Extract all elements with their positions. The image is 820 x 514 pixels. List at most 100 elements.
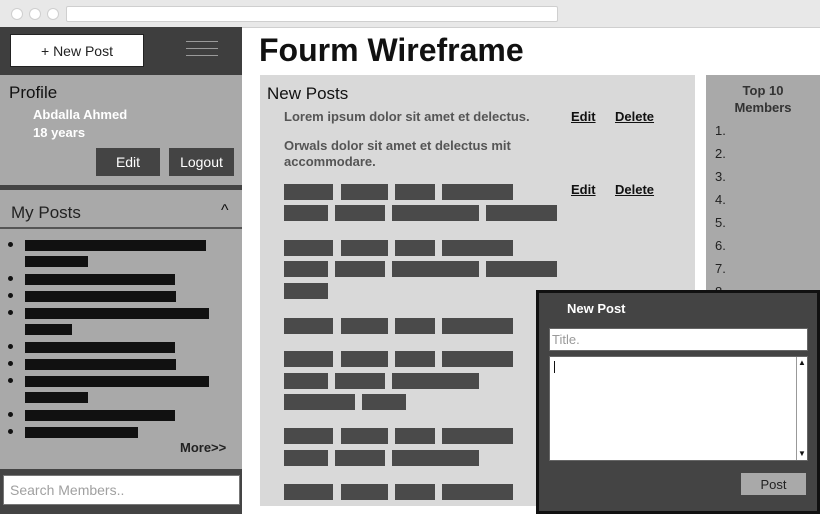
profile-name: Abdalla Ahmed [33, 107, 128, 122]
placeholder-block [362, 394, 406, 410]
placeholder-block [284, 484, 333, 500]
placeholder-block [284, 318, 333, 334]
placeholder-block [486, 205, 557, 221]
rank-item[interactable]: 3. [715, 169, 726, 184]
profile-panel: Profile Abdalla Ahmed 18 years Edit Logo… [0, 75, 242, 185]
placeholder-block [335, 373, 385, 389]
placeholder-block [392, 373, 479, 389]
bullet [8, 361, 13, 366]
delete-link[interactable]: Delete [615, 109, 654, 124]
bullet [8, 276, 13, 281]
sidebar-topbar: + New Post [0, 27, 242, 75]
placeholder-block [442, 318, 513, 334]
member-search [0, 473, 242, 509]
placeholder-bar [25, 410, 175, 421]
placeholder-block [442, 428, 513, 444]
placeholder-block [284, 283, 328, 299]
rank-item[interactable]: 7. [715, 261, 726, 276]
placeholder-block [395, 240, 435, 256]
my-posts-panel: My Posts ^ More>> [0, 190, 242, 469]
bullet [8, 310, 13, 315]
post-title[interactable]: Orwals dolor sit amet et delectus mit [284, 138, 511, 154]
placeholder-block [335, 450, 385, 466]
placeholder-bar [25, 291, 176, 302]
placeholder-block [486, 261, 557, 277]
window-maximize-dot[interactable] [47, 8, 59, 20]
profile-age: 18 years [33, 125, 86, 140]
placeholder-block [392, 261, 479, 277]
placeholder-block [284, 205, 328, 221]
rank-item[interactable]: 6. [715, 238, 726, 253]
rank-item[interactable]: 5. [715, 215, 726, 230]
edit-link[interactable]: Edit [571, 182, 596, 197]
text-cursor [554, 361, 555, 373]
bullet [8, 429, 13, 434]
rank-item[interactable]: 2. [715, 146, 726, 161]
placeholder-block [284, 373, 328, 389]
placeholder-block [395, 428, 435, 444]
placeholder-block [284, 428, 333, 444]
panel-title: New Posts [267, 84, 349, 103]
post-title-continued[interactable]: accommodare. [284, 154, 376, 170]
scrollbar[interactable]: ▲ ▼ [796, 357, 807, 460]
top-members-title: Top 10 Members [706, 82, 820, 116]
edit-profile-button[interactable]: Edit [96, 148, 160, 176]
placeholder-block [442, 240, 513, 256]
placeholder-block [341, 428, 388, 444]
collapse-caret-icon[interactable]: ^ [221, 202, 229, 220]
placeholder-block [335, 205, 385, 221]
placeholder-block [284, 351, 333, 367]
placeholder-block [442, 184, 513, 200]
bullet [8, 293, 13, 298]
post-title-input[interactable] [549, 328, 808, 351]
scroll-down-icon[interactable]: ▼ [797, 449, 807, 459]
placeholder-block [442, 484, 513, 500]
window-close-dot[interactable] [11, 8, 23, 20]
new-post-dialog: New Post ▲ ▼ Post [536, 290, 820, 514]
rank-item[interactable]: 4. [715, 192, 726, 207]
placeholder-bar [25, 324, 72, 335]
placeholder-bar [25, 427, 138, 438]
top-members-title-line2: Members [734, 100, 792, 115]
more-posts-link[interactable]: More>> [180, 440, 226, 455]
placeholder-block [284, 184, 333, 200]
scroll-up-icon[interactable]: ▲ [797, 358, 807, 368]
placeholder-block [395, 351, 435, 367]
delete-link[interactable]: Delete [615, 182, 654, 197]
bullet [8, 242, 13, 247]
placeholder-block [395, 484, 435, 500]
new-post-button[interactable]: + New Post [10, 34, 144, 67]
page-title: Fourm Wireframe [259, 32, 524, 68]
window-minimize-dot[interactable] [29, 8, 41, 20]
app-frame: + New Post Profile Abdalla Ahmed 18 year… [0, 0, 820, 514]
profile-title: Profile [9, 83, 58, 102]
placeholder-block [341, 240, 388, 256]
placeholder-block [392, 205, 479, 221]
placeholder-block [392, 450, 479, 466]
placeholder-block [395, 318, 435, 334]
browser-chrome [0, 0, 820, 28]
placeholder-bar [25, 274, 175, 285]
placeholder-block [341, 184, 388, 200]
post-title[interactable]: Lorem ipsum dolor sit amet et delectus. [284, 109, 530, 125]
placeholder-block [284, 450, 328, 466]
placeholder-block [341, 351, 388, 367]
placeholder-block [341, 318, 388, 334]
my-posts-title: My Posts [11, 203, 81, 222]
placeholder-block [442, 351, 513, 367]
placeholder-bar [25, 376, 209, 387]
address-bar[interactable] [66, 6, 558, 22]
menu-icon[interactable] [186, 40, 218, 58]
placeholder-block [284, 394, 355, 410]
logout-button[interactable]: Logout [169, 148, 234, 176]
placeholder-block [341, 484, 388, 500]
dialog-title: New Post [567, 301, 626, 316]
rank-item[interactable]: 1. [715, 123, 726, 138]
post-body-textarea[interactable]: ▲ ▼ [549, 356, 808, 461]
placeholder-bar [25, 308, 209, 319]
placeholder-bar [25, 359, 176, 370]
placeholder-block [284, 240, 333, 256]
post-submit-button[interactable]: Post [741, 473, 806, 495]
search-members-input[interactable] [3, 475, 240, 505]
edit-link[interactable]: Edit [571, 109, 596, 124]
